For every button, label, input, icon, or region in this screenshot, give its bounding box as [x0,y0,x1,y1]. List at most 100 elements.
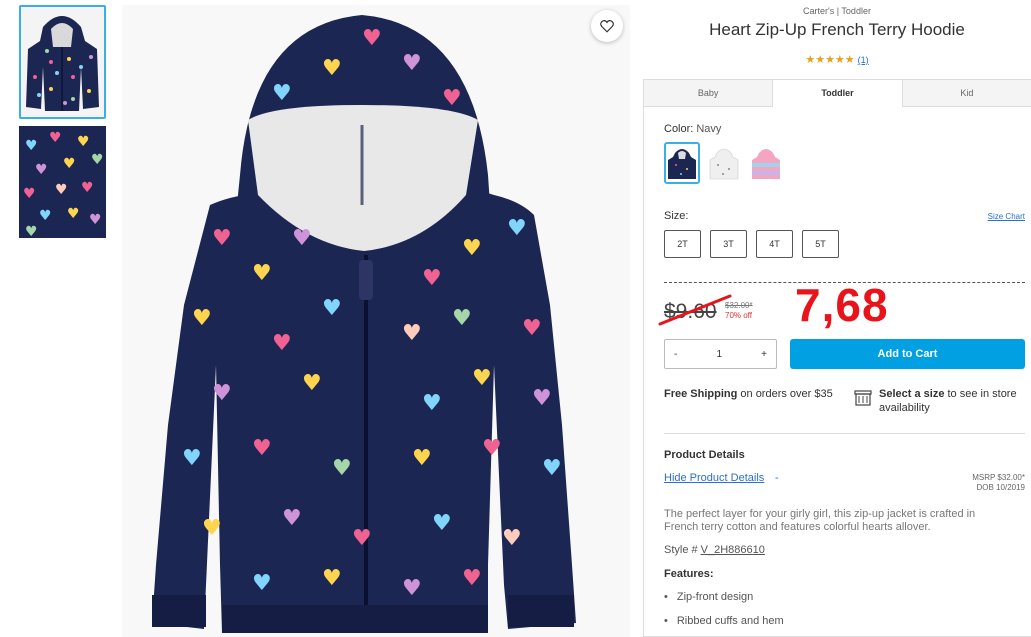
size-2t-button[interactable]: 2T [664,230,701,258]
svg-text:♥: ♥ [81,180,94,196]
feature-item: Zip-front design [664,591,753,603]
style-label: Style # [664,544,698,556]
qty-input[interactable] [699,348,740,360]
rating: ★★★★★ (1) [643,53,1031,66]
svg-text:♥: ♥ [422,266,442,291]
pink-hoodie-swatch-icon [752,149,780,179]
shipping-text: on orders over $35 [737,388,833,400]
tab-kid[interactable]: Kid [902,80,1031,107]
swatch-white[interactable] [706,142,742,184]
product-page: ♥ ♥ ♥ ♥ ♥ ♥ ♥ ♥ ♥ ♥ ♥ ♥ ♥ ♥ ♥ ♥ ♥ ♥ ♥ ♥ … [0,0,1031,637]
svg-text:♥: ♥ [25,138,38,154]
svg-text:♥: ♥ [502,526,522,551]
svg-text:♥: ♥ [302,371,322,396]
svg-text:♥: ♥ [252,571,272,596]
svg-text:♥: ♥ [462,566,482,591]
svg-text:♥: ♥ [25,224,38,238]
size-options: 2T 3T 4T 5T [664,230,839,258]
store-availability: Select a size to see in store availabili… [854,387,1029,415]
features-heading: Features: [664,568,714,580]
size-4t-button[interactable]: 4T [756,230,793,258]
size-chart-link[interactable]: Size Chart [988,212,1025,221]
svg-text:♥: ♥ [482,436,502,461]
svg-text:♥: ♥ [422,391,442,416]
brand-breadcrumb: Carter's | Toddler [803,6,871,16]
store-icon [854,390,872,406]
swatch-pink-stripe[interactable] [748,142,784,184]
svg-text:♥: ♥ [77,134,90,150]
red-strikethrough-annotation [658,294,732,326]
svg-text:♥: ♥ [542,456,562,481]
qty-increase-button[interactable]: + [752,349,776,360]
product-description: The perfect layer for your girly girl, t… [664,508,976,533]
purchase-panel: Baby Toddler Kid Color: Navy Size: Size … [643,79,1031,637]
favorite-button[interactable] [591,10,623,42]
svg-text:♥: ♥ [507,216,527,241]
svg-text:♥: ♥ [362,26,382,51]
svg-text:♥: ♥ [402,51,422,76]
color-label: Color: [664,123,694,135]
svg-text:♥: ♥ [252,261,272,286]
svg-text:♥: ♥ [402,576,422,601]
feature-item: Ribbed cuffs and hem [664,615,784,627]
original-price: $32.00* [725,301,753,310]
svg-text:♥: ♥ [89,212,102,228]
thumbnail-pattern[interactable]: ♥ ♥ ♥ ♥ ♥ ♥ ♥ ♥ ♥ ♥ ♥ ♥ ♥ [19,126,106,238]
msrp-info: MSRP $32.00* DOB 10/2019 [972,473,1025,493]
svg-text:♥: ♥ [212,381,232,406]
svg-text:♥: ♥ [322,56,342,81]
heart-outline-icon [600,19,614,33]
size-3t-button[interactable]: 3T [710,230,747,258]
size-category-tabs: Baby Toddler Kid [644,80,1031,107]
review-count-link[interactable]: (1) [858,55,869,65]
svg-text:♥: ♥ [67,206,80,222]
section-divider [664,433,1025,434]
main-product-image: ♥ ♥ ♥ ♥ ♥ ♥ ♥ ♥ ♥ ♥ ♥ ♥ ♥ ♥ ♥ ♥ ♥ ♥ ♥ ♥ [122,5,630,637]
style-value: V_2H886610 [700,544,765,556]
svg-text:♥: ♥ [192,306,212,331]
svg-text:♥: ♥ [352,526,372,551]
hoodie-image: ♥ ♥ ♥ ♥ ♥ ♥ ♥ ♥ ♥ ♥ ♥ ♥ ♥ ♥ ♥ ♥ ♥ ♥ ♥ ♥ [122,5,630,637]
svg-text:♥: ♥ [462,236,482,261]
svg-text:♥: ♥ [532,386,552,411]
svg-text:♥: ♥ [49,130,62,146]
color-swatches [664,142,784,184]
svg-text:♥: ♥ [452,306,472,331]
svg-text:♥: ♥ [272,331,292,356]
svg-text:♥: ♥ [472,366,492,391]
svg-text:♥: ♥ [91,152,104,168]
store-bold[interactable]: Select a size [879,388,944,400]
collapse-dash-icon[interactable]: - [775,472,779,484]
product-details-heading: Product Details [664,449,745,461]
hide-details-link[interactable]: Hide Product Details [664,472,764,484]
tab-baby[interactable]: Baby [644,80,774,107]
svg-text:♥: ♥ [182,446,202,471]
color-value: Navy [696,123,722,135]
shipping-bold: Free Shipping [664,388,738,400]
svg-text:♥: ♥ [35,162,48,178]
svg-text:♥: ♥ [412,446,432,471]
heart-pattern-image: ♥ ♥ ♥ ♥ ♥ ♥ ♥ ♥ ♥ ♥ ♥ ♥ ♥ [19,126,106,238]
quantity-stepper: - + [664,339,777,369]
size-label: Size: [664,210,689,222]
svg-text:♥: ♥ [23,186,36,202]
navy-hoodie-swatch-icon [668,149,696,179]
add-to-cart-button[interactable]: Add to Cart [790,339,1025,369]
qty-decrease-button[interactable]: - [665,349,686,360]
tab-toddler[interactable]: Toddler [773,80,903,107]
svg-text:♥: ♥ [402,321,422,346]
svg-text:♥: ♥ [332,456,352,481]
svg-text:♥: ♥ [292,226,312,251]
svg-text:♥: ♥ [322,566,342,591]
size-5t-button[interactable]: 5T [802,230,839,258]
shipping-info: Free Shipping on orders over $35 [664,387,834,401]
star-rating-icon: ★★★★★ [805,54,855,66]
svg-text:♥: ♥ [282,506,302,531]
svg-text:♥: ♥ [252,436,272,461]
white-hoodie-swatch-icon [709,148,739,180]
svg-text:♥: ♥ [55,182,68,198]
swatch-navy[interactable] [664,142,700,184]
svg-text:♥: ♥ [202,516,222,541]
discount-percent: 70% off [725,311,752,320]
thumbnail-hoodie[interactable] [19,5,106,119]
